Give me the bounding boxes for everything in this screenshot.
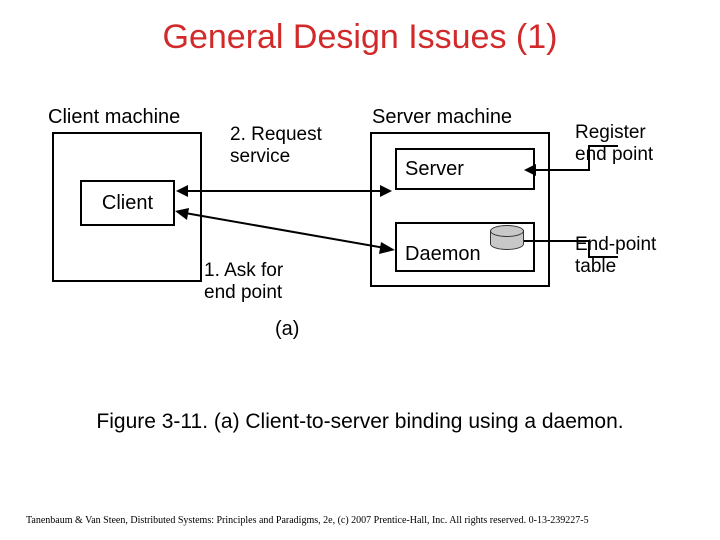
register-endpoint-label: Register end point [575, 122, 653, 166]
page-title: General Design Issues (1) [0, 0, 720, 57]
register-line-h1 [535, 169, 590, 171]
request-arrow-head-left [176, 185, 188, 197]
subfigure-label: (a) [275, 318, 299, 341]
diagram-figure: Client machine Client Server machine Ser… [0, 90, 720, 370]
server-box: Server [395, 148, 535, 190]
register-arrow-head [524, 164, 536, 176]
copyright-footer: Tanenbaum & Van Steen, Distributed Syste… [26, 515, 589, 526]
endpoint-table-label: End-point table [575, 234, 656, 278]
request-arrow [187, 190, 382, 192]
endpoint-table-icon-top [490, 225, 524, 237]
request-service-label: 2. Request service [230, 124, 322, 168]
figure-caption: Figure 3-11. (a) Client-to-server bindin… [0, 410, 720, 434]
request-arrow-head-right [380, 185, 392, 197]
ask-endpoint-label: 1. Ask for end point [204, 260, 283, 304]
server-machine-label: Server machine [372, 106, 512, 129]
client-box: Client [80, 180, 175, 226]
ask-arrow [175, 208, 395, 268]
client-machine-label: Client machine [48, 106, 180, 129]
